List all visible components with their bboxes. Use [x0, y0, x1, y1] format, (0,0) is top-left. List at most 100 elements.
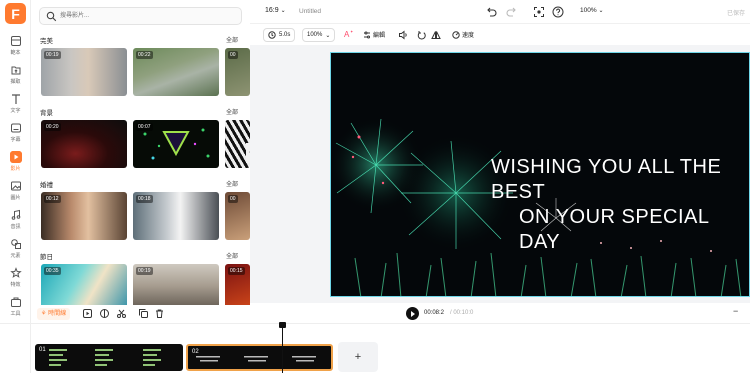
- see-all-link[interactable]: 全部: [226, 251, 238, 260]
- scissors-icon[interactable]: [116, 308, 127, 319]
- duration-badge: 00:20: [44, 123, 61, 131]
- rail-label: 擷取: [10, 78, 21, 85]
- video-thumbnail[interactable]: 00:19: [133, 264, 219, 305]
- clock-icon: [268, 31, 276, 39]
- caption-line-1: WISHING YOU ALL THE BEST: [491, 156, 722, 203]
- rail-label: 元素: [10, 252, 21, 259]
- ai-magic-icon[interactable]: A ✦: [344, 29, 354, 39]
- zoom-select[interactable]: 100% ⌄: [580, 7, 603, 14]
- section-title: 婚禮: [40, 182, 53, 189]
- rail-item-audio[interactable]: 音訊: [0, 205, 31, 233]
- search-input[interactable]: [60, 9, 238, 23]
- rail-item-template[interactable]: 範本: [0, 31, 31, 59]
- effects-icon: [9, 266, 22, 278]
- video-thumbnail[interactable]: 00:07: [133, 120, 219, 168]
- section-title: 完美: [40, 38, 53, 45]
- chevron-down-icon: ⌄: [280, 8, 286, 14]
- see-all-link[interactable]: 全部: [226, 179, 238, 188]
- canvas-stage: WISHING YOU ALL THE BEST ON YOUR SPECIAL…: [250, 45, 750, 303]
- duration-badge: 00:15: [228, 267, 245, 275]
- search-icon: [46, 11, 57, 22]
- duration-badge: 00:19: [136, 267, 153, 275]
- video-canvas[interactable]: WISHING YOU ALL THE BEST ON YOUR SPECIAL…: [330, 52, 750, 297]
- video-icon: [9, 150, 22, 163]
- video-caption[interactable]: WISHING YOU ALL THE BEST ON YOUR SPECIAL…: [331, 155, 749, 255]
- media-panel: 完美 全部 00:19 00:22 00 背景 全部 00:20 00:07: [31, 0, 250, 305]
- video-thumbnail[interactable]: 00:19: [41, 48, 127, 96]
- rail-label: 字幕: [10, 136, 21, 143]
- speed-button[interactable]: 速度: [452, 30, 474, 39]
- timeline-toolbar: ⚘ 時間線: [31, 305, 250, 323]
- edit-button[interactable]: 編輯: [363, 30, 385, 39]
- text-icon: [11, 93, 20, 104]
- rail-item-text[interactable]: 文字: [0, 89, 31, 117]
- speed-label: 速度: [462, 33, 475, 39]
- flip-icon[interactable]: [431, 30, 441, 40]
- video-thumbnail[interactable]: 00:20: [41, 120, 127, 168]
- elements-icon: [10, 238, 21, 249]
- video-thumbnail[interactable]: 00: [225, 192, 250, 240]
- image-icon: [10, 181, 21, 190]
- see-all-link[interactable]: 全部: [226, 35, 238, 44]
- duration-badge: 00:22: [136, 51, 153, 59]
- rail-item-effects[interactable]: 特效: [0, 263, 31, 291]
- player-controls: 00:08:2 / 00:10:0: [250, 305, 750, 323]
- timeline-divider: [0, 323, 750, 324]
- search-box[interactable]: [39, 7, 242, 25]
- volume-icon[interactable]: [398, 30, 408, 40]
- duration-badge: 00:07: [136, 123, 153, 131]
- aspect-ratio-select[interactable]: 16:9 ⌄: [265, 7, 286, 14]
- scale-select[interactable]: 100% ⌄: [302, 28, 336, 42]
- clip-thumbnail-strip: [49, 349, 161, 366]
- video-thumbnail[interactable]: 00:18: [133, 192, 219, 240]
- help-icon[interactable]: [551, 5, 565, 19]
- edit-label: 編輯: [373, 33, 386, 39]
- split-icon[interactable]: [99, 308, 110, 319]
- video-thumbnail[interactable]: 00:22: [133, 48, 219, 96]
- timeline-clip-selected[interactable]: 02: [186, 344, 333, 371]
- caption-line-2: ON YOUR SPECIAL DAY: [519, 206, 709, 253]
- timeline-clip[interactable]: 01: [35, 344, 183, 371]
- timeline-toggle[interactable]: ⚘ 時間線: [37, 308, 71, 320]
- timeline-label: 時間線: [48, 311, 67, 317]
- add-clip-button[interactable]: +: [338, 342, 378, 372]
- delete-icon[interactable]: [154, 308, 165, 319]
- edit-toolbar: 5.0s 100% ⌄ A ✦ 編輯 速度: [250, 25, 750, 45]
- left-rail: F 範本 擷取 文字 字幕 影片 圖片 音訊 元素 特效 工具: [0, 0, 31, 373]
- play-button[interactable]: [406, 307, 419, 320]
- video-thumbnail[interactable]: 00: [225, 48, 250, 96]
- video-thumbnail[interactable]: 00:12: [41, 192, 127, 240]
- scale-value: 100%: [307, 32, 323, 38]
- tools-icon: [10, 297, 21, 307]
- save-status: 已保存: [727, 11, 746, 17]
- duration-badge: 00:19: [44, 51, 61, 59]
- app-logo[interactable]: F: [5, 3, 26, 24]
- redo-icon[interactable]: [505, 5, 519, 19]
- rail-label: 特效: [10, 281, 21, 288]
- duration-badge: 00:35: [44, 267, 61, 275]
- rail-item-image[interactable]: 圖片: [0, 176, 31, 204]
- zoom-out-icon[interactable]: −: [733, 306, 738, 316]
- document-title[interactable]: Untitled: [299, 8, 321, 15]
- duration-control[interactable]: 5.0s: [263, 28, 296, 42]
- audio-icon: [11, 209, 20, 220]
- rail-item-video[interactable]: 影片: [0, 147, 31, 175]
- screenshot-icon[interactable]: [532, 5, 546, 19]
- rail-label: 音訊: [10, 223, 21, 230]
- timeline-icon: ⚘: [41, 311, 47, 317]
- rail-item-tools[interactable]: 工具: [0, 292, 31, 320]
- add-media-icon[interactable]: [82, 308, 93, 319]
- section-title: 節日: [40, 254, 53, 261]
- rail-item-upload[interactable]: 擷取: [0, 60, 31, 88]
- video-thumbnail[interactable]: 00:35: [41, 264, 127, 305]
- video-thumbnail[interactable]: 00:15: [225, 264, 250, 305]
- duplicate-icon[interactable]: [138, 308, 149, 319]
- rotate-icon[interactable]: [417, 30, 427, 40]
- top-bar: 16:9 ⌄ Untitled 100% ⌄ 已保存: [250, 0, 750, 24]
- undo-icon[interactable]: [484, 5, 498, 19]
- see-all-link[interactable]: 全部: [226, 107, 238, 116]
- rail-item-elements[interactable]: 元素: [0, 234, 31, 262]
- rail-item-subtitle[interactable]: 字幕: [0, 118, 31, 146]
- zoom-value: 100%: [580, 7, 597, 14]
- duration-badge: 00:18: [136, 195, 153, 203]
